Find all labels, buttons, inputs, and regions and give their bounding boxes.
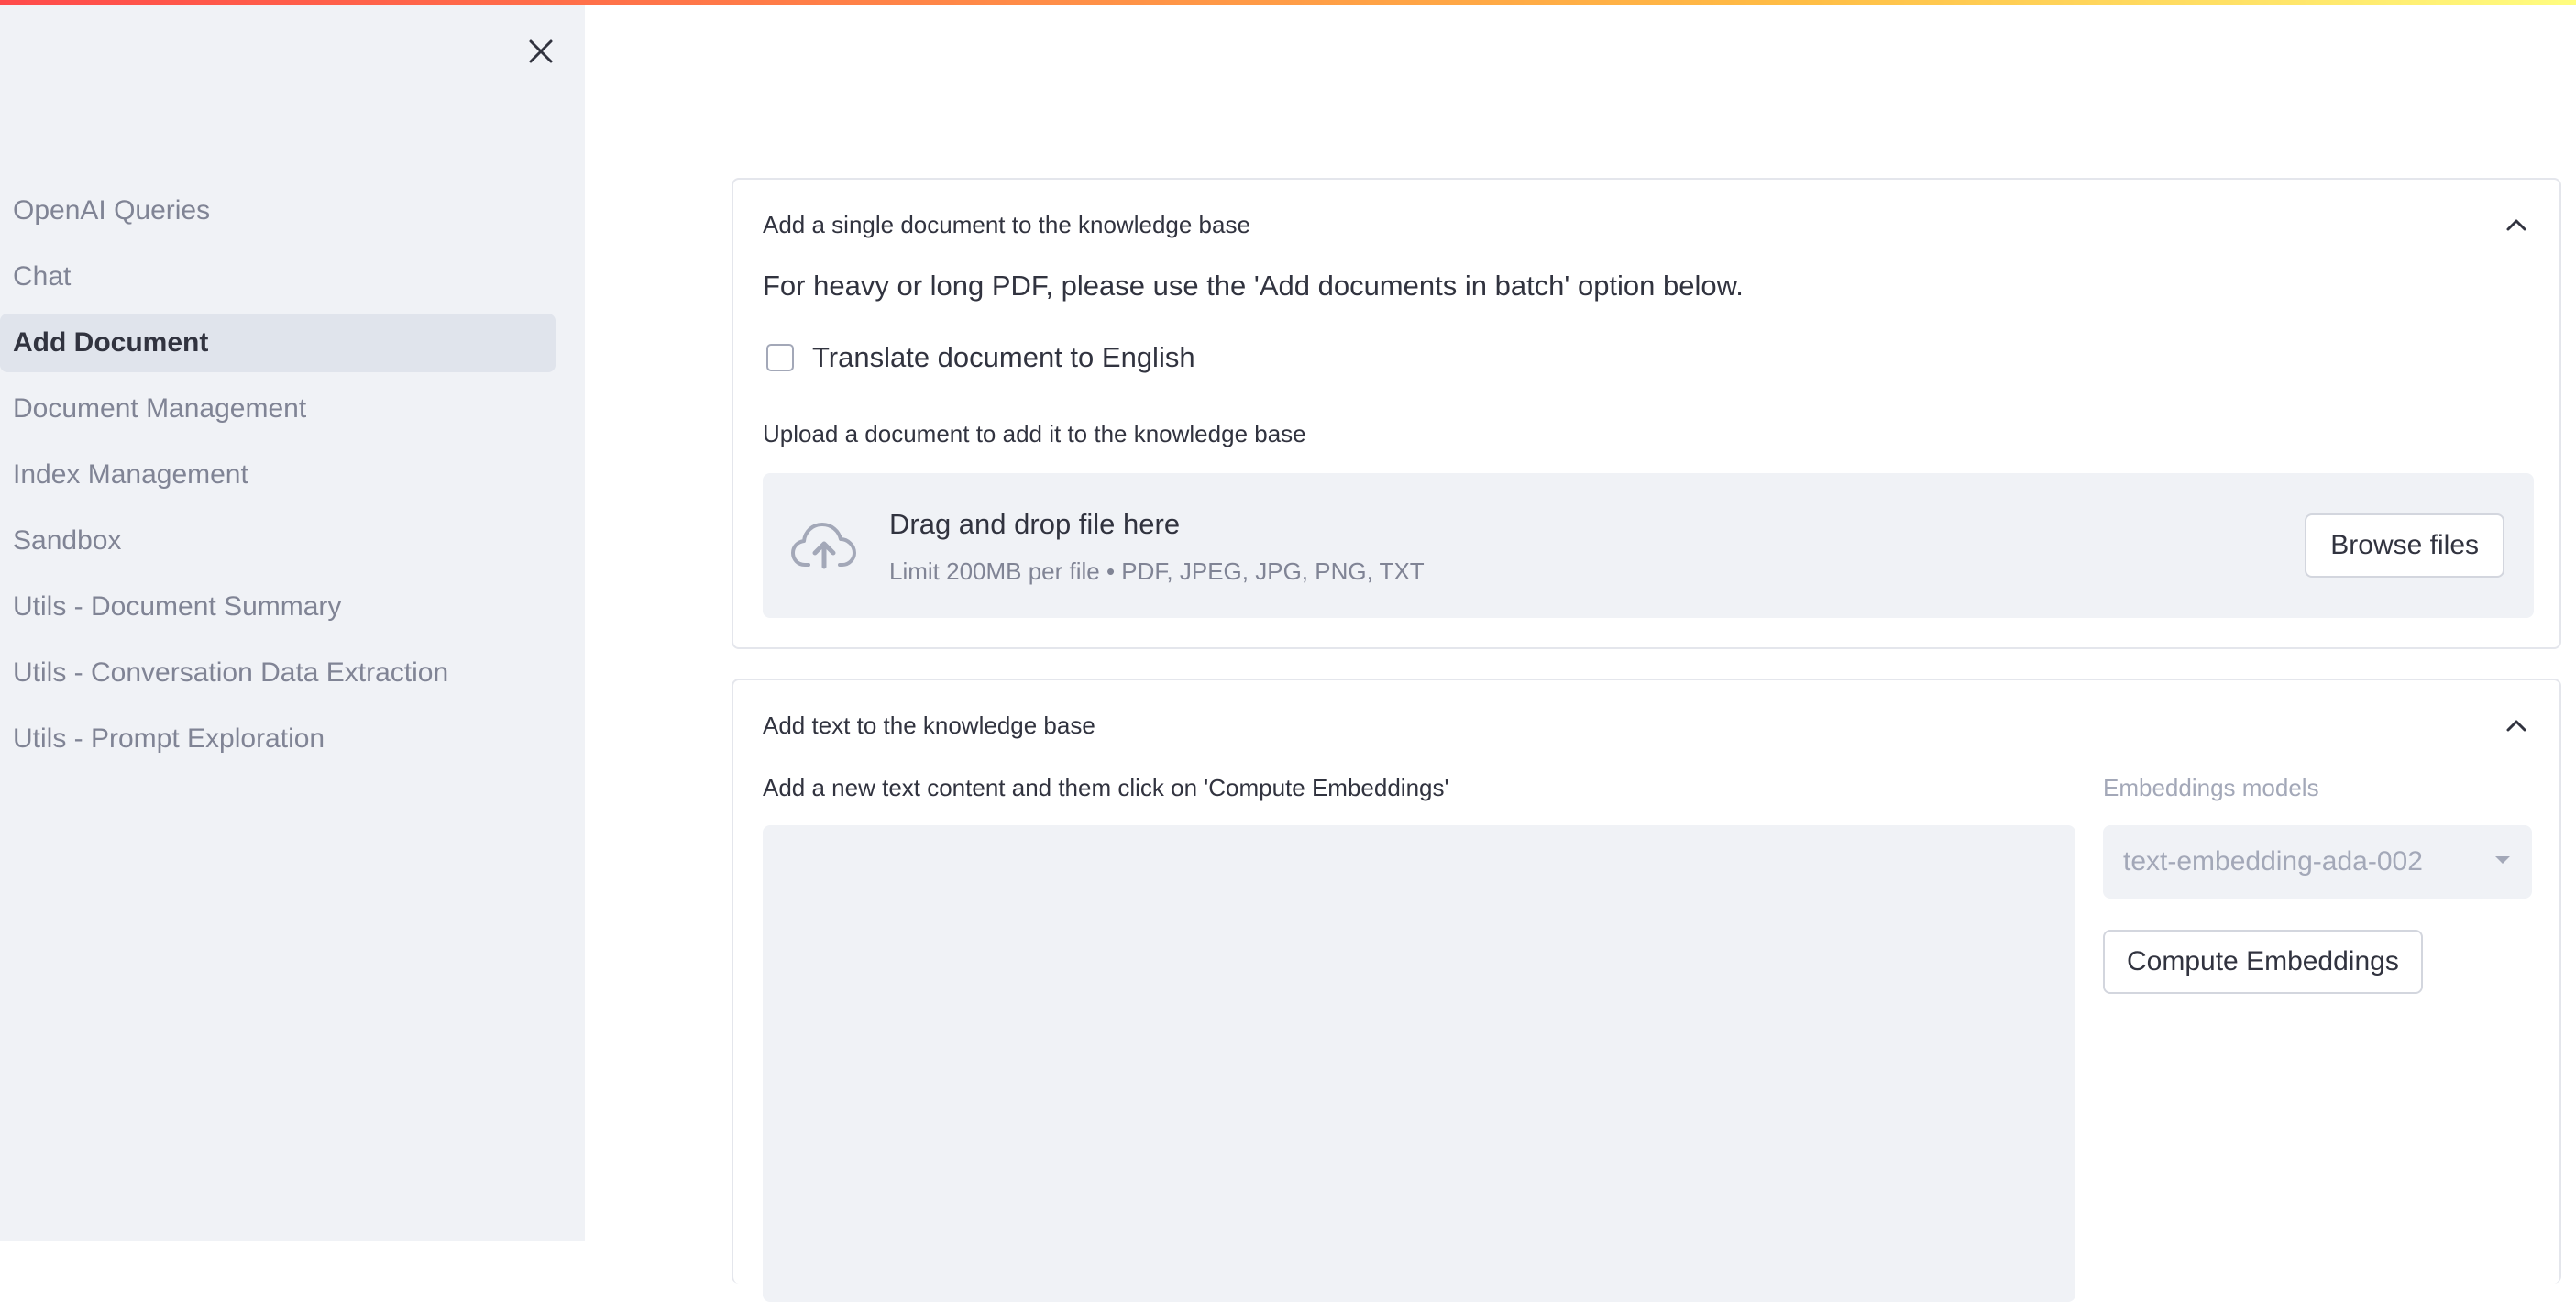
dropzone-limit-text: Limit 200MB per file • PDF, JPEG, JPG, P… <box>889 557 1425 585</box>
chevron-up-icon <box>2503 211 2530 238</box>
compute-embeddings-button[interactable]: Compute Embeddings <box>2103 930 2423 994</box>
translate-checkbox-row[interactable]: Translate document to English <box>763 341 1195 374</box>
sidebar-item-index-management[interactable]: Index Management <box>0 446 556 504</box>
sidebar-item-chat[interactable]: Chat <box>0 248 556 306</box>
add-text-expander: Add text to the knowledge base Add a new… <box>732 679 2561 1302</box>
browse-files-button[interactable]: Browse files <box>2305 513 2504 578</box>
chevron-up-icon <box>2503 712 2530 739</box>
text-content-input[interactable] <box>763 825 2075 1302</box>
pdf-note-text: For heavy or long PDF, please use the 'A… <box>763 270 1744 302</box>
single-document-expander: Add a single document to the knowledge b… <box>732 178 2561 649</box>
sidebar-item-conversation-data-extraction[interactable]: Utils - Conversation Data Extraction <box>0 644 556 702</box>
sidebar-nav: OpenAI Queries Chat Add Document Documen… <box>0 182 556 776</box>
upload-label: Upload a document to add it to the knowl… <box>763 420 1306 447</box>
text-content-label: Add a new text content and them click on… <box>763 774 1449 801</box>
translate-checkbox[interactable] <box>766 344 794 371</box>
sidebar-item-sandbox[interactable]: Sandbox <box>0 512 556 570</box>
add-text-expander-header[interactable]: Add text to the knowledge base <box>763 702 2530 748</box>
file-dropzone[interactable]: Drag and drop file here Limit 200MB per … <box>763 473 2534 618</box>
sidebar: OpenAI Queries Chat Add Document Documen… <box>0 0 585 1241</box>
sidebar-item-add-document[interactable]: Add Document <box>0 314 556 372</box>
expander-title: Add text to the knowledge base <box>763 711 1095 739</box>
embeddings-model-select[interactable]: text-embedding-ada-002 <box>2103 825 2532 899</box>
caret-down-icon <box>2493 854 2512 870</box>
single-document-expander-header[interactable]: Add a single document to the knowledge b… <box>763 202 2530 248</box>
dropzone-title: Drag and drop file here <box>889 508 1181 540</box>
close-icon <box>529 39 553 63</box>
sidebar-close-button[interactable] <box>521 31 561 72</box>
sidebar-item-prompt-exploration[interactable]: Utils - Prompt Exploration <box>0 710 556 768</box>
cloud-upload-icon <box>790 519 858 574</box>
sidebar-item-document-management[interactable]: Document Management <box>0 380 556 438</box>
translate-checkbox-label: Translate document to English <box>812 341 1195 373</box>
sidebar-item-document-summary[interactable]: Utils - Document Summary <box>0 578 556 636</box>
embeddings-model-value: text-embedding-ada-002 <box>2123 846 2423 877</box>
expander-title: Add a single document to the knowledge b… <box>763 210 1250 238</box>
embeddings-model-label: Embeddings models <box>2103 774 2319 801</box>
sidebar-item-openai-queries[interactable]: OpenAI Queries <box>0 182 556 240</box>
header-decoration-bar <box>0 0 2576 5</box>
